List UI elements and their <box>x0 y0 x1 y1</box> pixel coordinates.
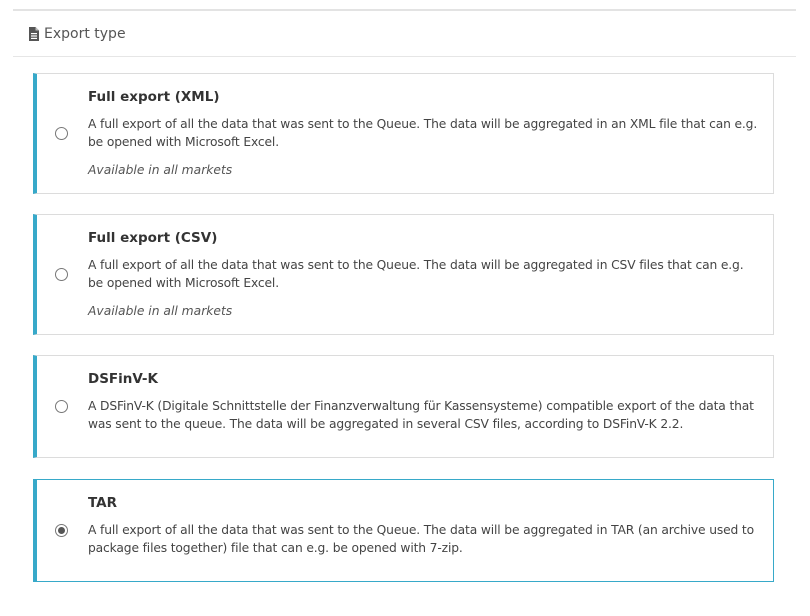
section-title: Export type <box>44 26 126 42</box>
option-description: A full export of all the data that was s… <box>88 117 758 149</box>
option-description: A full export of all the data that was s… <box>88 523 754 555</box>
header-divider <box>13 56 796 57</box>
option-description: A full export of all the data that was s… <box>88 258 744 290</box>
option-title: DSFinV-K <box>88 371 158 387</box>
document-icon <box>28 27 40 41</box>
section-header: Export type <box>28 24 126 44</box>
option-availability: Available in all markets <box>88 304 233 318</box>
radio-tar[interactable] <box>55 523 68 537</box>
top-divider <box>13 9 796 11</box>
radio-xml[interactable] <box>55 126 68 140</box>
option-availability: Available in all markets <box>88 163 233 177</box>
option-description: A DSFinV-K (Digitale Schnittstelle der F… <box>88 399 754 431</box>
radio-csv[interactable] <box>55 267 68 281</box>
option-title: Full export (XML) <box>88 89 220 105</box>
export-option-dsfinvk[interactable]: DSFinV-K A DSFinV-K (Digitale Schnittste… <box>33 355 774 458</box>
export-option-csv[interactable]: Full export (CSV) A full export of all t… <box>33 214 774 335</box>
export-option-xml[interactable]: Full export (XML) A full export of all t… <box>33 73 774 194</box>
option-title: Full export (CSV) <box>88 230 218 246</box>
option-title: TAR <box>88 495 118 511</box>
radio-dsfinvk[interactable] <box>55 399 68 413</box>
export-option-tar[interactable]: TAR A full export of all the data that w… <box>33 479 774 582</box>
